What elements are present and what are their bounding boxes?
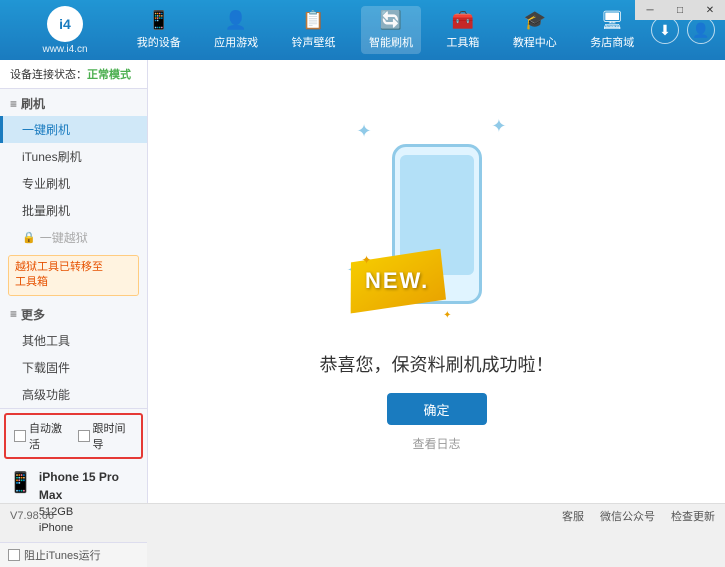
main-layout: 设备连接状态：正常模式 ≡ 刷机 一键刷机 iTunes刷机 专业刷机 批量刷机… — [0, 60, 725, 503]
sidebar-batch-flash[interactable]: 批量刷机 — [0, 197, 147, 224]
sidebar-download-firmware[interactable]: 下载固件 — [0, 354, 147, 381]
sidebar-advanced[interactable]: 高级功能 — [0, 381, 147, 408]
app-header: i4 www.i4.cn 📱 我的设备 👤 应用游戏 📋 铃声壁纸 🔄 智能刷机 — [0, 0, 725, 60]
user-button[interactable]: 👤 — [687, 16, 715, 44]
nav-business[interactable]: 🖥 务店商域 — [582, 6, 642, 54]
auto-activate-checkbox[interactable] — [14, 430, 26, 442]
smart-flash-icon: 🔄 — [380, 10, 402, 31]
sidebar-device-bottom: 自动激活 跟时间导 📱 iPhone 15 Pro Max 512GB iPho… — [0, 408, 147, 567]
star-right-icon: ✦ — [443, 310, 451, 321]
minimize-button[interactable]: ─ — [635, 0, 665, 20]
sidebar-jailbreak-disabled: 🔒 一键越狱 — [0, 224, 147, 251]
toolbox-icon: 🧰 — [452, 10, 474, 31]
lock-icon: 🔒 — [22, 231, 36, 244]
stop-itunes-row[interactable]: 阻止iTunes运行 — [0, 542, 147, 567]
check-update-link[interactable]: 检查更新 — [671, 508, 715, 524]
apps-icon: 👤 — [225, 10, 247, 31]
stop-itunes-checkbox[interactable] — [8, 549, 20, 561]
sparkle-icon-2: ✦ — [491, 116, 506, 137]
device-details: iPhone 15 Pro Max 512GB iPhone — [39, 468, 139, 537]
auto-activate-label[interactable]: 自动激活 — [14, 420, 70, 452]
my-device-icon: 📱 — [147, 10, 169, 31]
confirm-button[interactable]: 确定 — [387, 393, 487, 425]
header-right: ⬇ 👤 — [651, 16, 715, 44]
success-message: 恭喜您，保资料刷机成功啦！ — [320, 351, 554, 377]
sidebar-other-tools[interactable]: 其他工具 — [0, 327, 147, 354]
main-content: ✦ ✦ ✦ NEW. ✦ ✦ 恭喜您，保资料刷机成功啦！ — [148, 60, 725, 503]
flash-section-icon: ≡ — [10, 97, 17, 111]
view-log-link[interactable]: 查看日志 — [412, 435, 460, 452]
logo-icon: i4 — [47, 6, 83, 42]
nav-ringtones[interactable]: 📋 铃声壁纸 — [284, 6, 344, 54]
auto-activate-row: 自动激活 跟时间导 — [4, 413, 143, 459]
guided-activate-checkbox[interactable] — [78, 430, 90, 442]
guided-activate-label[interactable]: 跟时间导 — [78, 420, 134, 452]
nav-apps[interactable]: 👤 应用游戏 — [206, 6, 266, 54]
notice-box: 越狱工具已转移至 工具箱 — [8, 255, 139, 296]
customer-service-link[interactable]: 客服 — [562, 508, 584, 524]
status-bar-links: 客服 微信公众号 检查更新 — [562, 508, 715, 524]
sidebar-one-key-flash[interactable]: 一键刷机 — [0, 116, 147, 143]
device-phone-icon: 📱 — [8, 470, 33, 495]
sidebar-itunes-flash[interactable]: iTunes刷机 — [0, 143, 147, 170]
more-section-icon: ≡ — [10, 307, 17, 321]
sidebar-pro-flash[interactable]: 专业刷机 — [0, 170, 147, 197]
sparkle-icon-1: ✦ — [357, 121, 372, 142]
logo-area: i4 www.i4.cn — [10, 6, 120, 55]
close-button[interactable]: ✕ — [695, 0, 725, 20]
sidebar-section-flash: ≡ 刷机 — [0, 89, 147, 116]
version-label: V7.98.66 — [10, 510, 54, 522]
nav-tutorial[interactable]: 🎓 教程中心 — [505, 6, 565, 54]
star-left-icon: ✦ — [362, 253, 372, 267]
maximize-button[interactable]: □ — [665, 0, 695, 20]
nav-toolbox[interactable]: 🧰 工具箱 — [438, 6, 487, 54]
nav-smart-flash[interactable]: 🔄 智能刷机 — [361, 6, 421, 54]
main-nav: 📱 我的设备 👤 应用游戏 📋 铃声壁纸 🔄 智能刷机 🧰 工具箱 🎓 — [120, 6, 651, 54]
wechat-link[interactable]: 微信公众号 — [600, 508, 655, 524]
new-text: NEW. — [364, 268, 428, 294]
nav-my-device[interactable]: 📱 我的设备 — [129, 6, 189, 54]
sidebar-section-more: ≡ 更多 — [0, 300, 147, 327]
business-icon: 🖥 — [601, 10, 624, 31]
new-ribbon: NEW. — [345, 248, 448, 313]
tutorial-icon: 🎓 — [524, 10, 546, 31]
phone-illustration: ✦ ✦ ✦ NEW. ✦ ✦ — [337, 111, 537, 331]
device-info: 📱 iPhone 15 Pro Max 512GB iPhone — [0, 463, 147, 542]
logo-subtext: www.i4.cn — [42, 44, 87, 55]
sidebar: 设备连接状态：正常模式 ≡ 刷机 一键刷机 iTunes刷机 专业刷机 批量刷机… — [0, 60, 148, 503]
ringtones-icon: 📋 — [302, 10, 324, 31]
device-status: 设备连接状态：正常模式 — [0, 60, 147, 89]
new-ribbon-container: NEW. ✦ ✦ — [347, 251, 457, 331]
download-button[interactable]: ⬇ — [651, 16, 679, 44]
